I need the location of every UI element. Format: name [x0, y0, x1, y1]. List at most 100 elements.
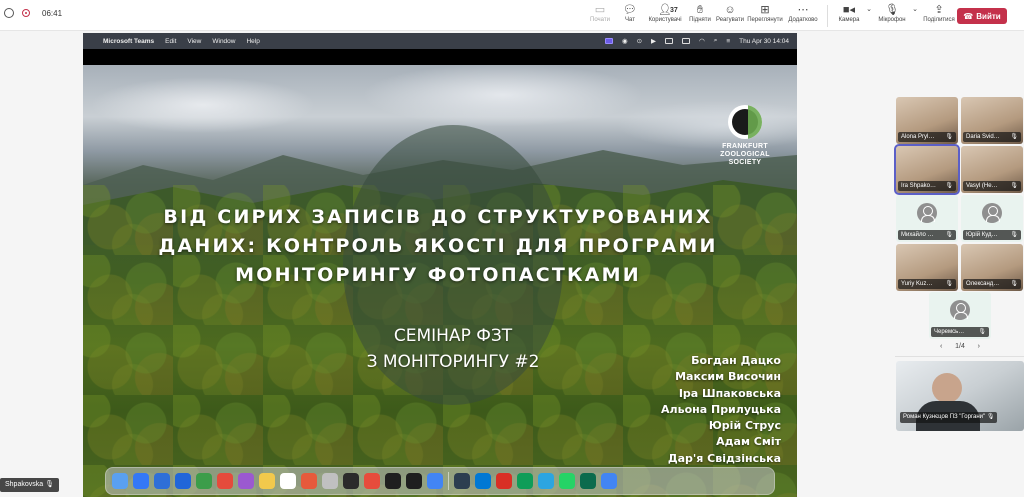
- dock-app-icon[interactable]: [475, 473, 491, 489]
- mic-icon: 🎙︎: [945, 232, 953, 238]
- menu-view[interactable]: View: [187, 38, 201, 45]
- start-button[interactable]: ▭ Почати: [585, 3, 615, 29]
- control-center-icon[interactable]: ≡: [726, 38, 730, 45]
- screen-share-icon[interactable]: [604, 38, 613, 44]
- chevron-down-icon: ⌄: [912, 6, 918, 13]
- page-indicator: 1/4: [955, 343, 965, 350]
- meeting-toolbar: 06:41 ▭ Почати 💬︎ Чат 👤︎ 37 Користувачі ✋…: [0, 0, 1024, 31]
- shield-icon[interactable]: [4, 8, 14, 18]
- author-name: Адам Сміт: [716, 435, 781, 449]
- dock-app-icon[interactable]: [259, 473, 275, 489]
- more-icon: ⋯: [797, 4, 809, 16]
- dock-app-icon[interactable]: [238, 473, 254, 489]
- share-icon: ⇪: [934, 4, 944, 16]
- people-icon: 👤︎ 37: [658, 4, 678, 16]
- mic-icon: 🎙︎: [1010, 134, 1018, 140]
- record-status-icon[interactable]: ⊙: [637, 37, 642, 45]
- author-name: Богдан Дацко: [691, 354, 781, 367]
- slide-subtitle: СЕМІНАР ФЗТ З МОНІТОРИНГУ #2: [366, 326, 540, 372]
- raise-hand-button[interactable]: ✋︎ Підняти: [685, 3, 715, 29]
- share-button[interactable]: ⇪ Поділитися: [920, 3, 958, 29]
- dock-app-icon[interactable]: [364, 473, 380, 489]
- toolbar-actions: ▭ Почати 💬︎ Чат 👤︎ 37 Користувачі ✋︎ Підн…: [585, 3, 958, 29]
- dock-app-icon[interactable]: [601, 473, 617, 489]
- dock-app-icon[interactable]: [517, 473, 533, 489]
- menu-edit[interactable]: Edit: [165, 38, 176, 45]
- menu-app-name[interactable]: Microsoft Teams: [103, 38, 154, 45]
- gallery-divider: [895, 356, 1024, 357]
- camera-options[interactable]: ⌄: [864, 3, 874, 29]
- mic-button[interactable]: 🎙︎ Мікрофон: [874, 3, 910, 29]
- participant-tile[interactable]: Alona Pryl… 🎙︎: [896, 97, 958, 144]
- avatar-icon: [982, 203, 1002, 223]
- dock-app-icon[interactable]: [154, 473, 170, 489]
- dock-app-icon[interactable]: [496, 473, 512, 489]
- participant-tile[interactable]: Черемсь… 🎙︎: [929, 292, 991, 339]
- chevron-down-icon: ⌄: [866, 6, 872, 13]
- grid-icon: ⊞: [760, 4, 770, 16]
- participant-tile[interactable]: Олександ… 🎙︎: [961, 244, 1023, 291]
- dock-app-icon[interactable]: [133, 473, 149, 489]
- mic-icon: 🎙︎: [1010, 183, 1018, 189]
- search-icon[interactable]: ⌕: [714, 37, 718, 45]
- dock-app-icon[interactable]: [538, 473, 554, 489]
- author-list: Богдан Дацко Максим Височин Іра Шпаковсь…: [661, 353, 781, 467]
- view-button[interactable]: ⊞ Переглянути: [745, 3, 785, 29]
- participant-tile[interactable]: Yuriy Kuz… 🎙︎: [896, 244, 958, 291]
- people-button[interactable]: 👤︎ 37 Користувачі: [645, 3, 685, 29]
- participant-tile[interactable]: Vasyl (He… 🎙︎: [961, 146, 1023, 193]
- mac-status-area: ◉ ⊙ ▶ ◠ ⌕ ≡ Thu Apr 30 14:04: [604, 33, 789, 49]
- avatar-icon: [950, 300, 970, 320]
- play-icon[interactable]: ▶: [651, 37, 656, 45]
- dock-app-icon[interactable]: [322, 473, 338, 489]
- spotlight-participant-tile[interactable]: Роман Кузнєцов ПЗ "Горгани" 🎙︎: [896, 361, 1024, 431]
- meeting-status: 06:41: [4, 8, 62, 18]
- menu-window[interactable]: Window: [212, 38, 235, 45]
- chat-button[interactable]: 💬︎ Чат: [615, 3, 645, 29]
- menu-help[interactable]: Help: [246, 38, 259, 45]
- mic-icon: 🎙︎: [945, 281, 953, 287]
- slide-title: ВІД СИРИХ ЗАПИСІВ ДО СТРУКТУРОВАНИХ ДАНИ…: [158, 206, 718, 286]
- dock-app-icon[interactable]: [385, 473, 401, 489]
- more-button[interactable]: ⋯ Додатково: [785, 3, 821, 29]
- dock-app-icon[interactable]: [301, 473, 317, 489]
- chevron-right-icon[interactable]: ›: [978, 343, 980, 350]
- chevron-left-icon[interactable]: ‹: [940, 343, 942, 350]
- gallery-pager: ‹ 1/4 ›: [940, 343, 980, 350]
- dock-app-icon[interactable]: [454, 473, 470, 489]
- dock-app-icon[interactable]: [343, 473, 359, 489]
- vk-icon[interactable]: [665, 38, 674, 44]
- teams-status-icon[interactable]: ◉: [622, 37, 628, 45]
- dock-app-icon[interactable]: [175, 473, 191, 489]
- dock-app-icon[interactable]: [406, 473, 422, 489]
- participant-tile[interactable]: Михайло … 🎙︎: [896, 195, 958, 242]
- participant-tile-active-speaker[interactable]: Ira Shpako… 🎙︎: [894, 144, 960, 195]
- mac-dock: [105, 467, 775, 495]
- camera-button[interactable]: ■◂ Камера: [834, 3, 864, 29]
- recording-icon: [22, 9, 30, 17]
- dock-app-icon[interactable]: [580, 473, 596, 489]
- wifi-icon[interactable]: ◠: [699, 37, 705, 45]
- participant-tile[interactable]: Daria Svid… 🎙︎: [961, 97, 1023, 144]
- react-button[interactable]: ☺ Реагувати: [715, 3, 745, 29]
- battery-icon[interactable]: [682, 38, 691, 44]
- dock-app-icon[interactable]: [559, 473, 575, 489]
- leave-button[interactable]: ☎ Вийти: [957, 8, 1007, 24]
- window-bar: [83, 49, 797, 65]
- dock-app-icon[interactable]: [112, 473, 128, 489]
- mic-options[interactable]: ⌄: [910, 3, 920, 29]
- participant-tile[interactable]: Юрій Куд… 🎙︎: [961, 195, 1023, 242]
- presenter-name-tag: Shpakovska 🎙︎: [0, 478, 59, 492]
- dock-app-icon[interactable]: [217, 473, 233, 489]
- dock-app-icon[interactable]: [427, 473, 443, 489]
- chat-icon: 💬︎: [623, 4, 637, 16]
- author-name: Максим Височин: [675, 370, 781, 384]
- dock-app-icon[interactable]: [196, 473, 212, 489]
- shared-screen: Microsoft Teams Edit View Window Help ◉ …: [83, 33, 797, 497]
- mic-off-icon: 🎙︎: [885, 4, 899, 16]
- toolbar-divider: [827, 5, 828, 27]
- record-icon: ▭: [594, 4, 606, 16]
- dock-app-icon[interactable]: [280, 473, 296, 489]
- fzs-logo: FRANKFURT ZOOLOGICAL SOCIETY: [695, 105, 795, 167]
- mic-icon: 🎙︎: [1010, 281, 1018, 287]
